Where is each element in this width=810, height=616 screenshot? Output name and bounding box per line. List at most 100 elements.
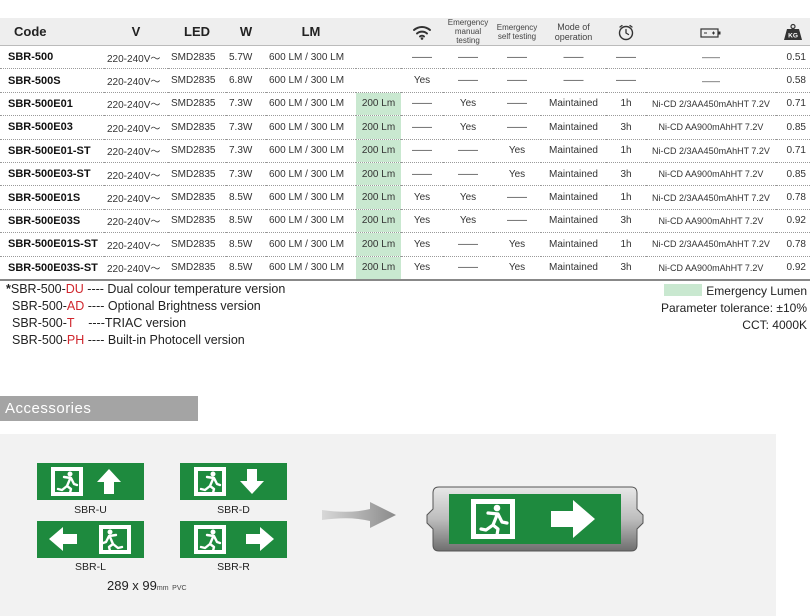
row-em-lumen: 200 Lm — [356, 115, 401, 140]
row-self-testing: —— — [493, 92, 541, 117]
row-voltage: 220-240V～ — [104, 139, 168, 163]
row-lumen: 600 LM / 300 LM — [266, 232, 356, 257]
sign-sbr-l — [37, 521, 144, 558]
note-prefix: SBR-500- — [12, 316, 67, 330]
row-lumen: 600 LM / 300 LM — [266, 256, 356, 281]
row-voltage: 220-240V～ — [104, 68, 168, 93]
row-led: SMD2835 — [168, 139, 226, 163]
row-voltage: 220-240V～ — [104, 256, 168, 281]
row-code: SBR-500E03S — [0, 209, 104, 234]
em-self-line1: Emergency — [496, 22, 538, 32]
version-note: SBR-500-T ----TRIAC version — [6, 315, 285, 332]
row-voltage: 220-240V～ — [104, 92, 168, 117]
col-header-code: Code — [0, 18, 104, 46]
row-lumen: 600 LM / 300 LM — [266, 185, 356, 210]
row-mode: Maintained — [541, 92, 606, 117]
sign-label-sbr-l: SBR-L — [75, 561, 106, 573]
row-duration: —— — [606, 68, 646, 93]
legend: Emergency Lumen Parameter tolerance: ±10… — [661, 283, 807, 334]
sign-material: PVC — [172, 585, 187, 592]
row-duration: —— — [606, 45, 646, 70]
row-led: SMD2835 — [168, 185, 226, 210]
row-voltage: 220-240V～ — [104, 45, 168, 70]
row-code: SBR-500E03-ST — [0, 162, 104, 187]
row-weight: 0.78 — [776, 232, 810, 257]
row-battery: Ni-CD AA900mAhHT 7.2V — [646, 256, 776, 281]
table-row: SBR-500S 220-240V～ SMD2835 6.8W 600 LM / 300… — [0, 68, 810, 93]
col-header-battery — [646, 18, 776, 46]
mode-line1: Mode of — [557, 21, 590, 32]
row-weight: 0.58 — [776, 68, 810, 93]
row-weight: 0.85 — [776, 115, 810, 140]
row-watt: 7.3W — [226, 92, 266, 117]
row-battery: Ni-CD 2/3AA450mAhHT 7.2V — [646, 92, 776, 117]
row-manual-testing: —— — [443, 256, 493, 281]
sign-sbr-u-graphic — [51, 467, 121, 496]
row-mode: Maintained — [541, 209, 606, 234]
version-note: *SBR-500-DU ---- Dual colour temperature… — [6, 281, 285, 298]
row-voltage: 220-240V～ — [104, 209, 168, 234]
row-watt: 7.3W — [226, 115, 266, 140]
table-row: SBR-500E01 220-240V～ SMD2835 7.3W 600 LM / 3… — [0, 92, 810, 117]
row-em-lumen: 200 Lm — [356, 92, 401, 117]
mounted-exit-sign-fixture — [426, 486, 644, 552]
row-self-testing: Yes — [493, 162, 541, 187]
table-row: SBR-500E03S-ST 220-240V～ SMD2835 8.5W 600 LM… — [0, 256, 810, 281]
weight-kg-icon: KG — [784, 23, 802, 40]
row-weight: 0.92 — [776, 209, 810, 234]
row-lumen: 600 LM / 300 LM — [266, 139, 356, 163]
row-self-testing: Yes — [493, 139, 541, 163]
version-note: SBR-500-AD ---- Optional Brightness vers… — [6, 298, 285, 315]
row-watt: 6.8W — [226, 68, 266, 93]
sign-label-sbr-d: SBR-D — [217, 504, 250, 516]
row-em-lumen: 200 Lm — [356, 209, 401, 234]
battery-icon — [700, 27, 721, 38]
row-weight: 0.51 — [776, 45, 810, 70]
row-battery: —— — [646, 68, 776, 93]
col-header-watt: W — [226, 18, 266, 46]
row-battery: Ni-CD AA900mAhHT 7.2V — [646, 115, 776, 140]
col-header-led: LED — [168, 18, 226, 46]
row-duration: 1h — [606, 232, 646, 257]
row-watt: 8.5W — [226, 256, 266, 281]
row-watt: 5.7W — [226, 45, 266, 70]
clock-icon — [618, 24, 634, 40]
row-battery: —— — [646, 45, 776, 70]
row-led: SMD2835 — [168, 256, 226, 281]
emergency-lumen-swatch — [664, 284, 703, 296]
sign-sbr-u — [37, 463, 144, 500]
sign-size-value: 289 x 99 — [107, 578, 157, 593]
sign-sbr-r — [180, 521, 287, 558]
row-led: SMD2835 — [168, 232, 226, 257]
row-led: SMD2835 — [168, 162, 226, 187]
transition-arrow-icon — [322, 502, 396, 528]
row-duration: 3h — [606, 115, 646, 140]
row-wifi: Yes — [401, 209, 443, 234]
row-wifi: —— — [401, 115, 443, 140]
table-row: SBR-500 220-240V～ SMD2835 5.7W 600 LM / 300 … — [0, 45, 810, 70]
row-manual-testing: —— — [443, 45, 493, 70]
note-suffix: PH — [66, 333, 85, 347]
row-battery: Ni-CD AA900mAhHT 7.2V — [646, 162, 776, 187]
arrow-left-icon — [49, 527, 77, 551]
row-code: SBR-500E01S-ST — [0, 232, 104, 257]
row-em-lumen — [356, 45, 401, 70]
row-em-lumen — [356, 68, 401, 93]
col-header-weight: KG — [776, 18, 810, 46]
row-code: SBR-500E03S-ST — [0, 256, 104, 281]
col-header-duration — [606, 18, 646, 46]
row-manual-testing: —— — [443, 68, 493, 93]
arrow-down-icon — [240, 469, 264, 494]
row-lumen: 600 LM / 300 LM — [266, 162, 356, 187]
table-row: SBR-500E03S 220-240V～ SMD2835 8.5W 600 LM / … — [0, 209, 810, 234]
row-wifi: Yes — [401, 185, 443, 210]
row-voltage: 220-240V～ — [104, 232, 168, 257]
sign-sbr-l-graphic — [49, 525, 131, 554]
row-led: SMD2835 — [168, 209, 226, 234]
row-manual-testing: Yes — [443, 209, 493, 234]
note-text: ---- Built-in Photocell version — [84, 333, 245, 347]
sign-sbr-d-graphic — [194, 467, 264, 496]
legend-cct: CCT: 4000K — [742, 318, 807, 332]
row-mode: Maintained — [541, 115, 606, 140]
row-self-testing: Yes — [493, 256, 541, 281]
